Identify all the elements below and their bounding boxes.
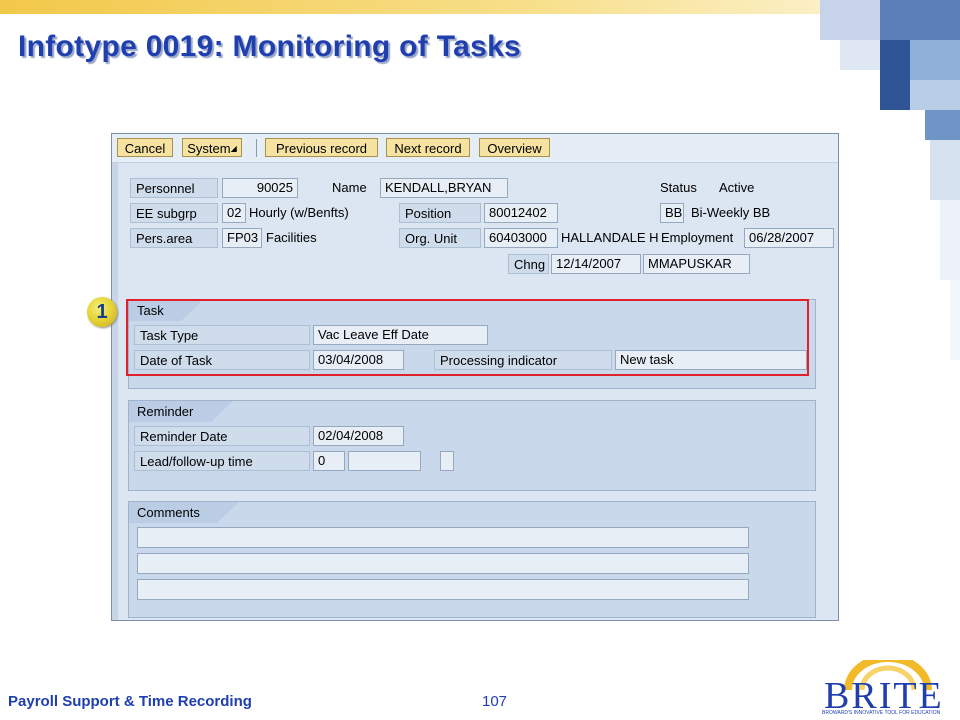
comments-group: Comments [128,501,816,618]
changed-by-field[interactable]: MMAPUSKAR [643,254,750,274]
reminder-date-label: Reminder Date [134,426,310,446]
change-label: Chng [508,254,549,274]
org-unit-text: HALLANDALE H [561,230,659,245]
callout-number-badge: 1 [87,297,117,327]
personnel-label: Personnel [130,178,218,198]
next-record-button[interactable]: Next record [386,138,470,157]
personnel-area-text: Facilities [266,230,317,245]
overview-button[interactable]: Overview [479,138,550,157]
comments-group-tab: Comments [129,502,239,523]
comment-line-1[interactable] [137,527,749,548]
footer-course-title: Payroll Support & Time Recording [8,693,252,710]
brite-logo: BRITE BROWARD'S INNOVATIVE TOOL FOR EDUC… [818,660,956,718]
sap-screen: Cancel System◢ Previous record Next reco… [111,133,839,621]
cancel-button[interactable]: Cancel [117,138,173,157]
lead-time-direction-field[interactable] [440,451,454,471]
left-border-strip [112,163,118,620]
comment-line-2[interactable] [137,553,749,574]
comment-line-3[interactable] [137,579,749,600]
menu-arrow-icon: ◢ [230,144,237,153]
system-label: System [187,141,231,156]
personnel-area-code-field[interactable]: FP03 [222,228,262,248]
slide-title: Infotype 0019: Monitoring of Tasks [18,30,522,63]
org-unit-label: Org. Unit [399,228,481,248]
toolbar-separator [256,139,257,157]
payroll-area-text: Bi-Weekly BB [691,205,771,220]
reminder-group-title: Reminder [137,404,194,419]
lead-time-field[interactable]: 0 [313,451,345,471]
task-highlight-box [126,299,809,376]
status-value: Active [719,180,755,195]
application-toolbar: Cancel System◢ Previous record Next reco… [112,134,838,163]
personnel-number-field[interactable]: 90025 [222,178,298,198]
org-unit-field[interactable]: 60403000 [484,228,558,248]
payroll-area-code-field[interactable]: BB [660,203,684,223]
ee-subgroup-code-field[interactable]: 02 [222,203,246,223]
employment-label: Employment [661,230,734,245]
system-menu-button[interactable]: System◢ [182,138,242,157]
ee-subgroup-label: EE subgrp [130,203,218,223]
personnel-area-label: Pers.area [130,228,218,248]
status-label: Status [660,180,697,195]
lead-time-unit-field[interactable] [348,451,421,471]
comments-group-title: Comments [137,505,200,520]
previous-record-button[interactable]: Previous record [265,138,378,157]
reminder-group-tab: Reminder [129,401,233,422]
change-date-field[interactable]: 12/14/2007 [551,254,641,274]
reminder-date-field[interactable]: 02/04/2008 [313,426,404,446]
employment-date-field[interactable]: 06/28/2007 [744,228,834,248]
position-field[interactable]: 80012402 [484,203,558,223]
logo-subtext: BROWARD'S INNOVATIVE TOOL FOR EDUCATION [822,710,941,716]
position-label: Position [399,203,481,223]
page-number: 107 [482,693,508,710]
employee-name-field[interactable]: KENDALL,BRYAN [380,178,508,198]
lead-follow-up-time-label: Lead/follow-up time [134,451,310,471]
ee-subgroup-text: Hourly (w/Benfts) [249,205,349,220]
name-label: Name [332,180,367,195]
